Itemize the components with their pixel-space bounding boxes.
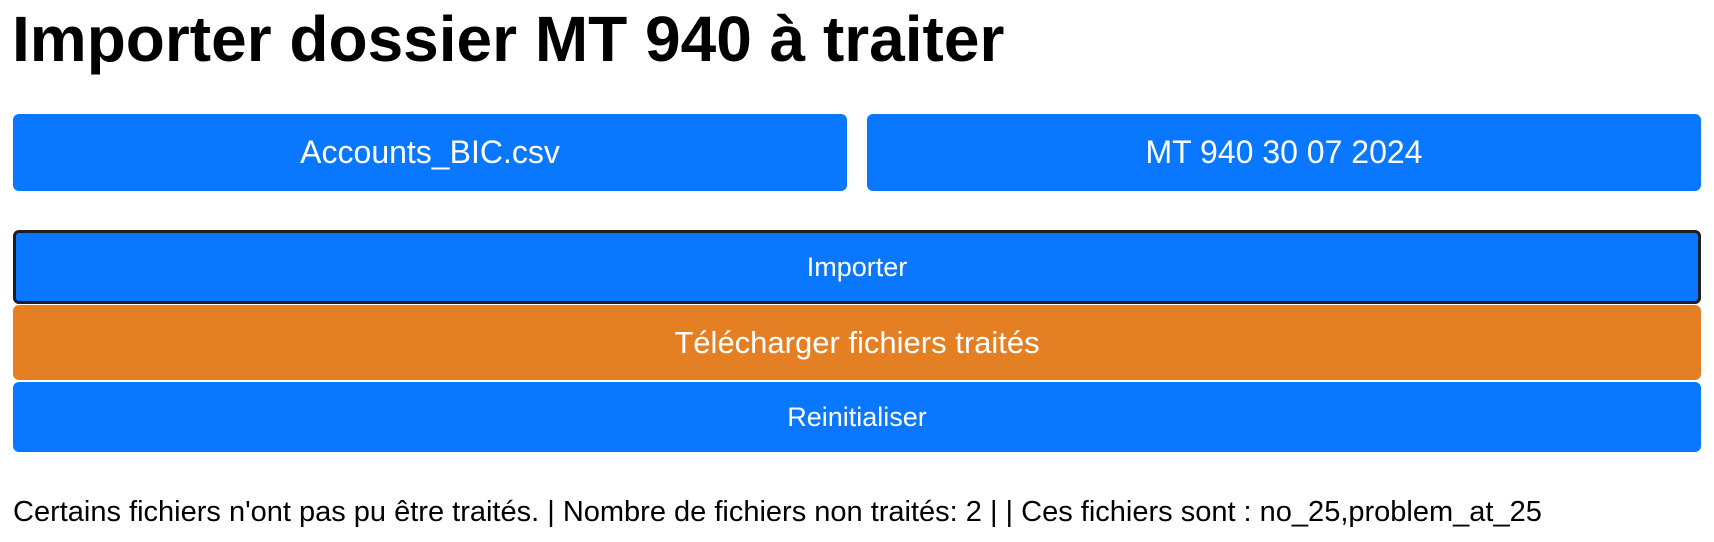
status-message: Certains fichiers n'ont pas pu être trai… xyxy=(13,496,1542,528)
accounts-file-button[interactable]: Accounts_BIC.csv xyxy=(13,114,847,191)
page-title: Importer dossier MT 940 à traiter xyxy=(12,3,1005,75)
download-processed-button[interactable]: Télécharger fichiers traités xyxy=(13,305,1701,380)
file-selectors: Accounts_BIC.csv MT 940 30 07 2024 xyxy=(13,114,1701,191)
mt940-folder-button[interactable]: MT 940 30 07 2024 xyxy=(867,114,1701,191)
reset-button[interactable]: Reinitialiser xyxy=(13,382,1701,452)
import-button[interactable]: Importer xyxy=(13,230,1701,304)
